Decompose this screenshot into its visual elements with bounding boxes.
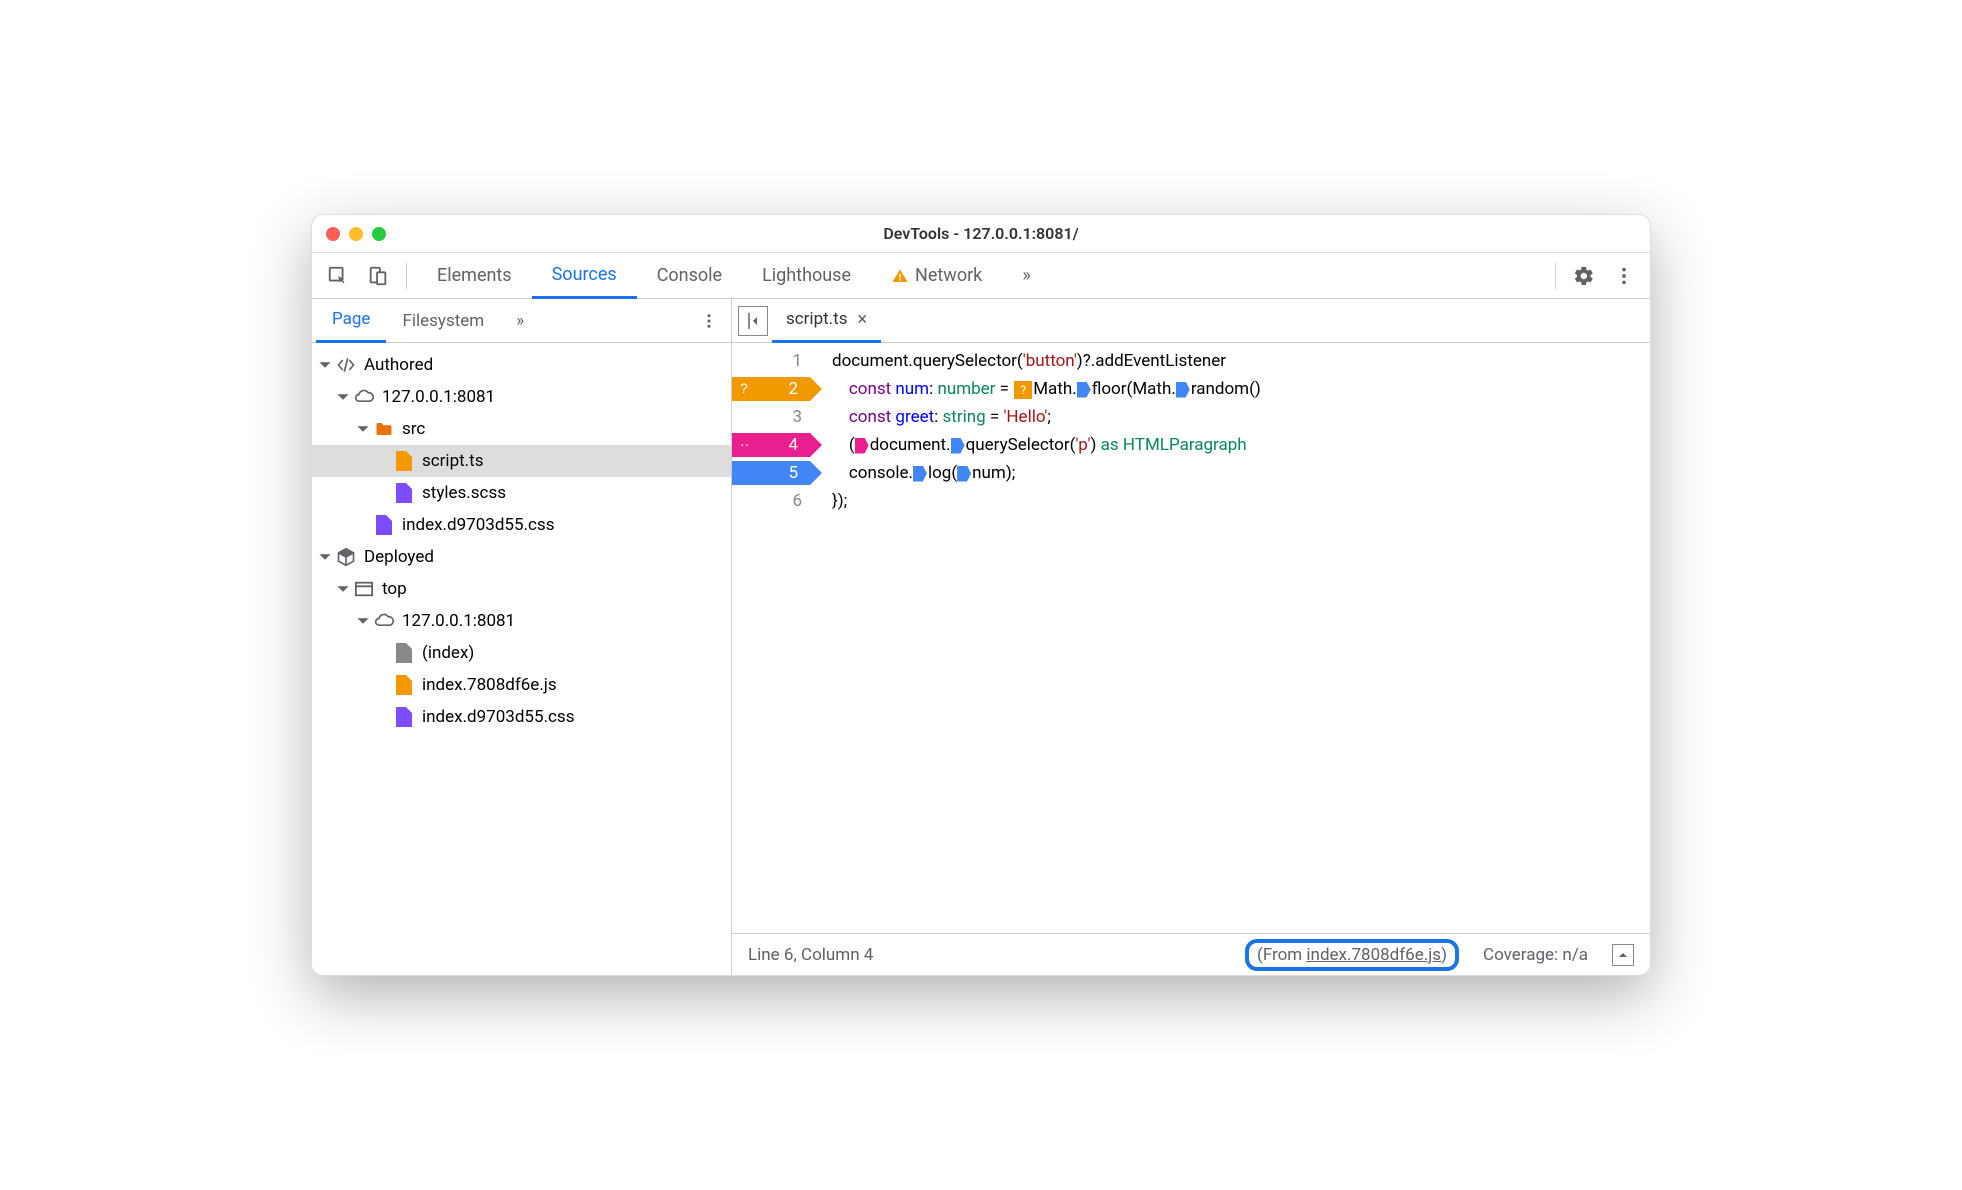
close-window-button[interactable] — [326, 227, 340, 241]
maximize-window-button[interactable] — [372, 227, 386, 241]
folder-icon — [374, 419, 394, 439]
tree-host-deployed[interactable]: 127.0.0.1:8081 — [312, 605, 731, 637]
cursor-position: Line 6, Column 4 — [748, 945, 873, 965]
source-map-origin: (From index.7808df6e.js) — [1245, 939, 1459, 971]
sidebar-tab-page[interactable]: Page — [316, 299, 386, 343]
tree-label: top — [382, 579, 407, 599]
minimize-window-button[interactable] — [349, 227, 363, 241]
tree-label: (index) — [422, 643, 474, 663]
tab-console[interactable]: Console — [637, 253, 742, 299]
tree-label: index.d9703d55.css — [422, 707, 574, 727]
tree-file-index-css-deployed[interactable]: index.d9703d55.css — [312, 701, 731, 733]
editor-tabs: script.ts × — [732, 299, 1650, 343]
editor-pane: script.ts × 1 ?2 3 ··4 5 6 document.quer… — [732, 299, 1650, 975]
tree-group-deployed[interactable]: Deployed — [312, 541, 731, 573]
window-controls — [326, 227, 386, 241]
line-number[interactable]: 6 — [732, 487, 814, 515]
code-editor[interactable]: 1 ?2 3 ··4 5 6 document.querySelector('b… — [732, 343, 1650, 933]
file-css-icon — [394, 483, 414, 503]
editor-status-bar: Line 6, Column 4 (From index.7808df6e.js… — [732, 933, 1650, 975]
chevron-down-icon — [336, 390, 350, 404]
line-gutter: 1 ?2 3 ··4 5 6 — [732, 343, 814, 933]
tree-label: 127.0.0.1:8081 — [402, 611, 515, 631]
tree-file-index-css[interactable]: index.d9703d55.css — [312, 509, 731, 541]
tree-top[interactable]: top — [312, 573, 731, 605]
content-area: Page Filesystem » Authored 127.0.0.1:808… — [312, 299, 1650, 975]
cloud-icon — [374, 611, 394, 631]
editor-tab-label: script.ts — [786, 309, 848, 329]
chevron-down-icon — [318, 358, 332, 372]
source-map-link[interactable]: index.7808df6e.js — [1306, 945, 1441, 965]
tree-file-index-js[interactable]: index.7808df6e.js — [312, 669, 731, 701]
tree-label: index.7808df6e.js — [422, 675, 557, 695]
line-number[interactable]: 1 — [732, 347, 814, 375]
frame-icon — [354, 579, 374, 599]
line-number[interactable]: 3 — [732, 403, 814, 431]
sidebar-tabs: Page Filesystem » — [312, 299, 731, 343]
code-content[interactable]: document.querySelector('button')?.addEve… — [814, 343, 1650, 933]
tree-folder-src[interactable]: src — [312, 413, 731, 445]
file-js-icon — [394, 675, 414, 695]
line-number[interactable]: ?2 — [732, 375, 814, 403]
tree-label: Authored — [364, 355, 433, 375]
chevron-down-icon — [356, 614, 370, 628]
chevron-down-icon — [336, 582, 350, 596]
file-css-icon — [374, 515, 394, 535]
coverage-status: Coverage: n/a — [1483, 945, 1588, 965]
tree-host[interactable]: 127.0.0.1:8081 — [312, 381, 731, 413]
file-css-icon — [394, 707, 414, 727]
tree-file-script-ts[interactable]: script.ts — [312, 445, 731, 477]
cloud-icon — [354, 387, 374, 407]
tab-elements[interactable]: Elements — [417, 253, 532, 299]
chevron-down-icon — [356, 422, 370, 436]
tree-label: Deployed — [364, 547, 434, 567]
tree-label: script.ts — [422, 451, 484, 471]
sidebar-tabs-overflow[interactable]: » — [500, 299, 540, 343]
line-number[interactable]: 5 — [732, 459, 814, 487]
editor-tab-script-ts[interactable]: script.ts × — [772, 299, 881, 343]
tree-label: styles.scss — [422, 483, 506, 503]
chevron-down-icon — [318, 550, 332, 564]
code-icon — [336, 355, 356, 375]
tabs-overflow[interactable]: » — [1002, 253, 1050, 299]
toggle-navigator-icon[interactable] — [738, 306, 768, 336]
tab-lighthouse[interactable]: Lighthouse — [742, 253, 871, 299]
show-drawer-icon[interactable] — [1612, 944, 1634, 966]
sidebar-more-icon[interactable] — [691, 303, 727, 339]
file-icon — [394, 643, 414, 663]
settings-icon[interactable] — [1566, 258, 1602, 294]
device-toggle-icon[interactable] — [360, 258, 396, 294]
tree-file-index[interactable]: (index) — [312, 637, 731, 669]
package-icon — [336, 547, 356, 567]
more-menu-icon[interactable] — [1606, 258, 1642, 294]
divider — [406, 263, 407, 289]
sources-sidebar: Page Filesystem » Authored 127.0.0.1:808… — [312, 299, 732, 975]
window-title: DevTools - 127.0.0.1:8081/ — [883, 224, 1078, 243]
line-number[interactable]: ··4 — [732, 431, 814, 459]
tab-sources[interactable]: Sources — [532, 253, 637, 299]
tab-network[interactable]: Network — [871, 253, 1002, 299]
tree-label: index.d9703d55.css — [402, 515, 554, 535]
file-tree: Authored 127.0.0.1:8081 src script.ts — [312, 343, 731, 975]
devtools-window: DevTools - 127.0.0.1:8081/ Elements Sour… — [311, 214, 1651, 976]
tree-file-styles-scss[interactable]: styles.scss — [312, 477, 731, 509]
inspect-element-icon[interactable] — [320, 258, 356, 294]
warning-icon — [891, 267, 909, 285]
sidebar-tab-filesystem[interactable]: Filesystem — [386, 299, 500, 343]
panel-tabs: Elements Sources Console Lighthouse Netw… — [417, 253, 1051, 299]
tree-label: 127.0.0.1:8081 — [382, 387, 495, 407]
close-tab-icon[interactable]: × — [858, 309, 868, 330]
tree-group-authored[interactable]: Authored — [312, 349, 731, 381]
titlebar: DevTools - 127.0.0.1:8081/ — [312, 215, 1650, 253]
divider — [1555, 263, 1556, 289]
tree-label: src — [402, 419, 425, 439]
main-toolbar: Elements Sources Console Lighthouse Netw… — [312, 253, 1650, 299]
file-js-icon — [394, 451, 414, 471]
